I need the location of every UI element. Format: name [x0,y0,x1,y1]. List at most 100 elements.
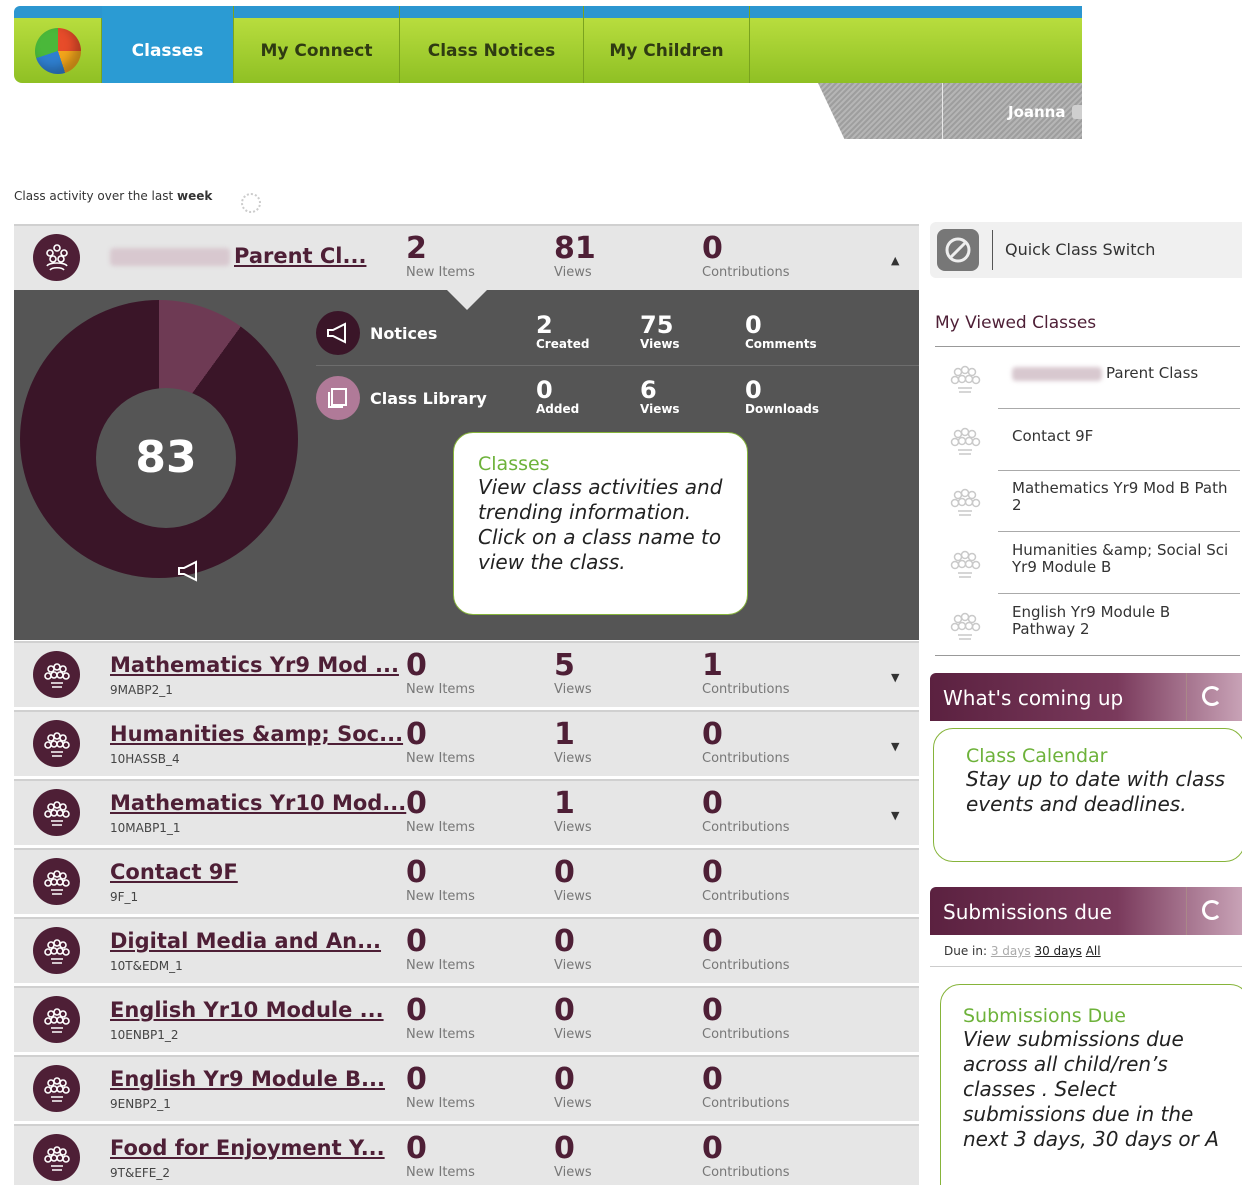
class-row[interactable]: English Yr10 Module ... 10ENBP1_2 0 New Ite… [14,986,919,1052]
stat-value: 5 [554,648,575,683]
due-3-days-link[interactable]: 3 days [991,944,1031,958]
stat-value: 1 [702,648,723,683]
tab-class-notices[interactable]: Class Notices [400,6,584,83]
due-divider [930,966,1242,967]
stat-value: 0 [702,786,723,821]
class-code: 9ENBP2_1 [110,1097,171,1111]
class-row[interactable]: Contact 9F 9F_1 0 New Items 0 Views 0 Contribut… [14,848,919,914]
expand-caret-icon[interactable]: ▼ [891,740,899,753]
callout-body: Stay up to date with class events and de… [966,767,1226,816]
stat-contributions: 0 Contributions [702,994,790,1042]
main-nav: Classes My Connect Class Notices My Chil… [14,6,1082,83]
widget-divider [1186,673,1187,721]
stat-label: New Items [406,1165,475,1180]
calendar-callout: Class Calendar Stay up to date with clas… [933,728,1242,862]
stat-views: 5 Views [554,649,592,697]
quick-switch-label: Quick Class Switch [1005,240,1156,259]
class-row[interactable]: Humanities &amp; Soc... 10HASSB_4 0 New Ite… [14,710,919,776]
stat-label: Views [554,820,592,835]
viewed-class-label: English Yr9 Module B Pathway 2 [1012,604,1232,638]
viewed-class-label: Humanities &amp; Social Sci Yr9 Module B [1012,542,1232,576]
stat-contributions: 0 Contributions [702,1132,790,1180]
notices-created-label: Created [536,337,590,351]
class-code: 9T&EFE_2 [110,1166,171,1180]
activity-refresh-icon[interactable] [241,193,261,213]
stat-label: New Items [406,682,475,697]
class-title-link[interactable]: Food for Enjoyment Y... [110,1136,385,1160]
stat-value: 0 [406,786,427,821]
notices-views: 75 Views [640,312,680,351]
tab-my-children[interactable]: My Children [584,6,750,83]
class-title-link[interactable]: Mathematics Yr9 Mod ... [110,653,399,677]
stat-contributions: 0 Contributions [702,232,790,280]
class-row[interactable]: Mathematics Yr9 Mod ... 9MABP2_1 0 New Item… [14,641,919,707]
class-title-link[interactable]: English Yr9 Module B... [110,1067,385,1091]
viewed-class-item[interactable]: Mathematics Yr9 Mod B Path 2 [935,470,1242,532]
stat-contributions: 0 Contributions [702,1063,790,1111]
refresh-icon[interactable] [1202,900,1222,920]
class-row[interactable]: Digital Media and An... 10T&EDM_1 0 New Ite… [14,917,919,983]
stat-label: New Items [406,265,475,280]
class-library-label[interactable]: Class Library [370,389,487,408]
notices-comments-label: Comments [745,337,817,351]
class-group-icon [33,858,80,905]
class-title-link[interactable]: Mathematics Yr10 Mod... [110,791,406,815]
app-logo[interactable] [14,18,102,83]
stat-new-items: 0 New Items [406,1063,475,1111]
stat-value: 0 [406,855,427,890]
stat-views: 0 Views [554,994,592,1042]
class-title-link[interactable]: Humanities &amp; Soc... [110,722,403,746]
viewed-class-item[interactable]: English Yr9 Module B Pathway 2 [935,594,1242,656]
library-downloads: 0 Downloads [745,377,819,416]
class-title-suffix: Parent Cl... [234,244,367,268]
class-title-link[interactable]: Contact 9F [110,860,238,884]
due-30-days-link[interactable]: 30 days [1034,944,1081,958]
library-added: 0 Added [536,377,579,416]
activity-period[interactable]: week [177,189,212,203]
stat-contributions: 0 Contributions [702,718,790,766]
tab-my-connect[interactable]: My Connect [234,6,400,83]
class-row[interactable]: English Yr9 Module B... 9ENBP2_1 0 New Item… [14,1055,919,1121]
stat-label: New Items [406,820,475,835]
stat-value: 0 [406,717,427,752]
refresh-icon[interactable] [1202,686,1222,706]
class-row[interactable]: Food for Enjoyment Y... 9T&EFE_2 0 New Item… [14,1124,919,1185]
stat-label: Contributions [702,682,790,697]
viewed-class-item[interactable]: Parent Class [935,347,1242,409]
expand-caret-icon[interactable]: ▼ [891,809,899,822]
collapse-caret-icon[interactable]: ▲ [891,254,899,267]
due-all-link[interactable]: All [1086,944,1101,958]
viewed-class-label: Mathematics Yr9 Mod B Path 2 [1012,480,1232,514]
user-name[interactable]: Joanna [1008,103,1066,121]
stat-contributions: 0 Contributions [702,787,790,835]
widget-title: Submissions due [943,900,1112,924]
class-title-link[interactable]: Parent Cl... [110,244,366,268]
class-row-expanded[interactable]: Parent Cl... 2 New Items 81 Views 0 Contrib… [14,224,919,290]
stat-views: 0 Views [554,856,592,904]
viewed-class-item[interactable]: Contact 9F [935,409,1242,471]
class-title-link[interactable]: English Yr10 Module ... [110,998,384,1022]
stat-label: Views [554,265,592,280]
stat-contributions: 0 Contributions [702,925,790,973]
class-group-icon [33,927,80,974]
widget-divider [1186,887,1187,935]
user-bar-divider [942,83,943,139]
stat-value: 81 [554,231,596,266]
stat-value: 0 [702,1062,723,1097]
class-group-icon [947,546,983,582]
notices-label[interactable]: Notices [370,324,437,343]
stat-label: Views [554,1096,592,1111]
class-title-link[interactable]: Digital Media and An... [110,929,381,953]
stat-value: 0 [406,648,427,683]
class-group-icon [33,1065,80,1112]
viewed-class-item[interactable]: Humanities &amp; Social Sci Yr9 Module B [935,532,1242,594]
tab-classes[interactable]: Classes [102,6,234,83]
viewed-class-name: Mathematics Yr9 Mod B Path 2 [1012,479,1228,514]
class-row[interactable]: Mathematics Yr10 Mod... 10MABP1_1 0 New Ite… [14,779,919,845]
class-group-icon [947,608,983,644]
stat-views: 0 Views [554,1132,592,1180]
stat-value: 0 [406,1131,427,1166]
class-library-icon [316,376,360,420]
expand-caret-icon[interactable]: ▼ [891,671,899,684]
quick-class-switch[interactable]: Quick Class Switch [930,222,1242,278]
